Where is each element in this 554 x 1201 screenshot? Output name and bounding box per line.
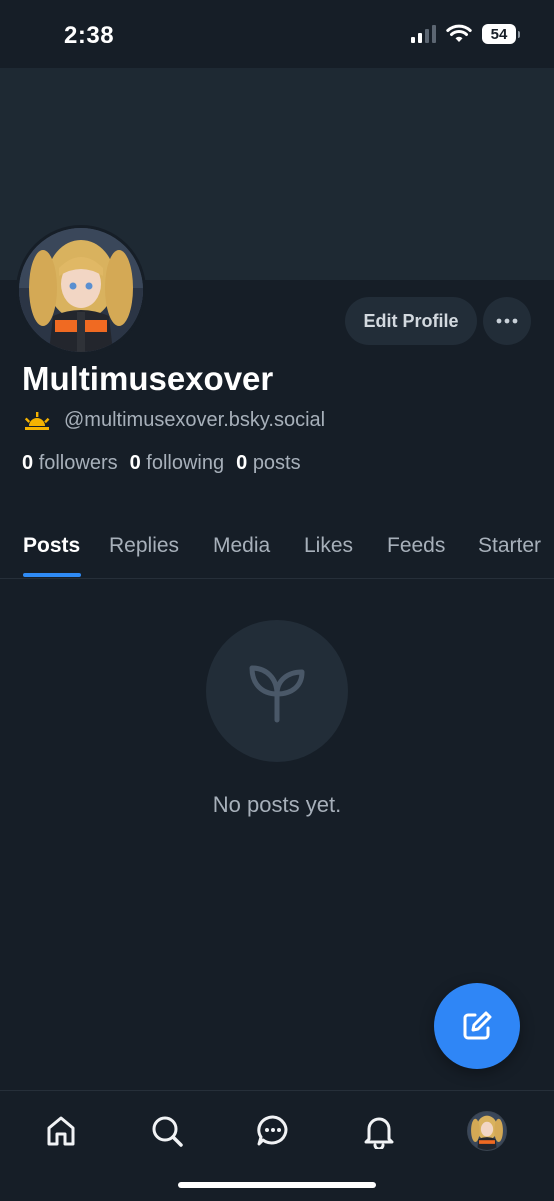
- home-indicator[interactable]: [178, 1182, 376, 1188]
- avatar: [467, 1111, 507, 1151]
- avatar-illustration: [19, 228, 143, 352]
- tab-feeds[interactable]: Feeds: [387, 534, 445, 558]
- followers-label: followers: [38, 452, 118, 474]
- profile-tabs: Posts Replies Media Likes Feeds Starter: [0, 520, 554, 579]
- following-count: 0: [129, 452, 141, 474]
- edit-profile-button[interactable]: Edit Profile: [345, 297, 477, 345]
- nav-notifications[interactable]: [357, 1109, 401, 1153]
- tab-starter[interactable]: Starter: [478, 534, 541, 558]
- home-icon: [47, 1116, 75, 1146]
- bell-icon: [364, 1117, 394, 1149]
- sunrise-icon: [24, 411, 50, 430]
- compose-post-button[interactable]: [434, 983, 520, 1069]
- tab-likes[interactable]: Likes: [304, 534, 353, 558]
- followers-count: 0: [22, 452, 34, 474]
- status-icons: 54: [411, 24, 520, 44]
- nav-home[interactable]: [39, 1109, 83, 1153]
- profile-stats: 0 followers 0 following 0 posts: [22, 452, 301, 475]
- profile-handle: @multimusexover.bsky.social: [64, 409, 326, 431]
- followers-stat[interactable]: 0 followers: [22, 452, 118, 475]
- sprout-icon: [249, 665, 305, 723]
- empty-state-text: No posts yet.: [212, 792, 342, 817]
- compose-icon: [463, 1011, 492, 1040]
- status-time: 2:38: [64, 22, 115, 49]
- nav-search[interactable]: [145, 1109, 189, 1153]
- empty-state-icon-container: [206, 620, 348, 762]
- nav-chat[interactable]: [251, 1109, 295, 1153]
- following-stat[interactable]: 0 following: [130, 452, 225, 475]
- following-label: following: [146, 452, 225, 474]
- cellular-signal-icon: [411, 25, 436, 43]
- posts-count: 0: [236, 452, 248, 474]
- status-bar: 2:38 54: [0, 0, 554, 68]
- display-name: Multimusexover: [22, 360, 274, 397]
- active-tab-indicator: [23, 573, 81, 577]
- battery-indicator: 54: [482, 24, 520, 44]
- posts-label: posts: [252, 452, 301, 474]
- posts-stat: 0 posts: [236, 452, 301, 475]
- avatar-illustration-small: [468, 1112, 506, 1150]
- search-icon: [152, 1116, 183, 1147]
- chat-icon: [257, 1115, 288, 1146]
- handle-row: @multimusexover.bsky.social: [22, 409, 325, 432]
- nav-profile[interactable]: [465, 1109, 509, 1153]
- profile-avatar[interactable]: [16, 225, 146, 355]
- more-horizontal-icon: [496, 318, 518, 324]
- more-options-button[interactable]: [483, 297, 531, 345]
- wifi-icon: [446, 24, 472, 42]
- tab-media[interactable]: Media: [213, 534, 270, 558]
- tab-posts[interactable]: Posts: [23, 534, 80, 558]
- tab-replies[interactable]: Replies: [109, 534, 179, 558]
